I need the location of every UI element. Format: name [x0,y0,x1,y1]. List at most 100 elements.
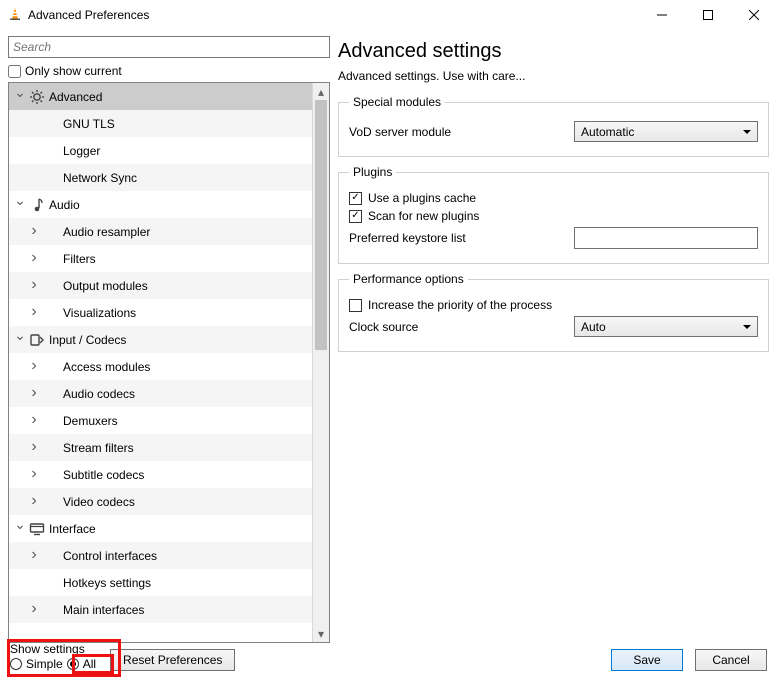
show-settings-all-radio[interactable] [67,658,79,670]
window-controls [639,0,777,30]
tree-item-label: Visualizations [63,306,136,320]
close-button[interactable] [731,0,777,30]
chevron-right-icon[interactable] [27,226,41,238]
vod-server-module-select[interactable]: Automatic [574,121,758,142]
cancel-label: Cancel [712,653,749,667]
plugins-legend: Plugins [349,165,396,179]
tree-item-subtitle-codecs[interactable]: Subtitle codecs [9,461,312,488]
search-input[interactable] [8,36,330,58]
show-settings-group: Show settings Simple All [10,642,96,671]
tree-item-main-interfaces[interactable]: Main interfaces [9,596,312,623]
show-settings-simple-radio[interactable] [10,658,22,670]
tree-item-label: Output modules [63,279,148,293]
tree-item-label: Network Sync [63,171,137,185]
tree-item-filters[interactable]: Filters [9,245,312,272]
special-modules-group: Special modules VoD server module Automa… [338,95,769,157]
tree-item-label: Advanced [49,90,102,104]
tree-item-video-codecs[interactable]: Video codecs [9,488,312,515]
chevron-right-icon[interactable] [27,388,41,400]
tree-item-audio[interactable]: Audio [9,191,312,218]
right-pane: Advanced settings Advanced settings. Use… [338,36,769,643]
chevron-right-icon[interactable] [27,253,41,265]
cancel-button[interactable]: Cancel [695,649,767,671]
tree-list[interactable]: Advanced GNU TLS Logger Network Sync Audio Au… [9,83,312,642]
tree-item-stream-filters[interactable]: Stream filters [9,434,312,461]
chevron-right-icon[interactable] [27,280,41,292]
save-button[interactable]: Save [611,649,683,671]
special-modules-legend: Special modules [349,95,445,109]
tree-item-label: Input / Codecs [49,333,126,347]
scroll-up-icon[interactable]: ▴ [313,83,329,100]
vod-server-module-label: VoD server module [349,125,574,139]
chevron-right-icon[interactable] [27,469,41,481]
tree-item-label: Interface [49,522,96,536]
show-settings-simple-label: Simple [26,657,63,671]
tree-item-output-modules[interactable]: Output modules [9,272,312,299]
scan-new-plugins-label: Scan for new plugins [368,209,479,223]
tree-item-label: Audio resampler [63,225,150,239]
tree-item-label: Access modules [63,360,150,374]
tree-item-label: Audio codecs [63,387,135,401]
maximize-button[interactable] [685,0,731,30]
tree-item-label: Filters [63,252,96,266]
chevron-right-icon[interactable] [27,307,41,319]
chevron-down-icon[interactable] [13,523,27,535]
bottom-bar: Show settings Simple All Reset Preferenc… [0,643,777,681]
tree-item-label: Hotkeys settings [63,576,151,590]
scroll-down-icon[interactable]: ▾ [313,625,329,642]
chevron-down-icon[interactable] [13,91,27,103]
chevron-right-icon[interactable] [27,415,41,427]
chevron-down-icon[interactable] [13,334,27,346]
vlc-cone-icon [8,7,22,24]
tree-item-logger[interactable]: Logger [9,137,312,164]
tree-item-control-interfaces[interactable]: Control interfaces [9,542,312,569]
tree-item-interface[interactable]: Interface [9,515,312,542]
tree-item-label: Logger [63,144,100,158]
tree-item-label: Demuxers [63,414,118,428]
tree-item-gnu-tls[interactable]: GNU TLS [9,110,312,137]
chevron-right-icon[interactable] [27,361,41,373]
window-title: Advanced Preferences [28,8,149,22]
vertical-scrollbar[interactable]: ▴ ▾ [312,83,329,642]
checkbox-icon: ✓ [349,210,362,223]
only-show-current-label: Only show current [25,64,122,78]
tree-item-label: Subtitle codecs [63,468,144,482]
chevron-right-icon[interactable] [27,604,41,616]
tree-item-hotkeys-settings[interactable]: Hotkeys settings [9,569,312,596]
only-show-current-input[interactable] [8,65,21,78]
tree-item-label: Video codecs [63,495,135,509]
minimize-button[interactable] [639,0,685,30]
tree-item-access-modules[interactable]: Access modules [9,353,312,380]
tree-item-visualizations[interactable]: Visualizations [9,299,312,326]
increase-priority-checkbox[interactable]: Increase the priority of the process [349,298,758,312]
only-show-current-checkbox[interactable]: Only show current [8,64,330,78]
scan-new-plugins-checkbox[interactable]: ✓ Scan for new plugins [349,209,758,223]
preferred-keystore-label: Preferred keystore list [349,231,574,245]
vod-server-module-value: Automatic [581,125,634,139]
use-plugins-cache-checkbox[interactable]: ✓ Use a plugins cache [349,191,758,205]
reset-preferences-button[interactable]: Reset Preferences [110,649,235,671]
tree-item-demuxers[interactable]: Demuxers [9,407,312,434]
tree-item-advanced[interactable]: Advanced [9,83,312,110]
tree-item-network-sync[interactable]: Network Sync [9,164,312,191]
chevron-right-icon[interactable] [27,442,41,454]
tree-item-audio-codecs[interactable]: Audio codecs [9,380,312,407]
chevron-down-icon[interactable] [13,199,27,211]
preferences-tree: Advanced GNU TLS Logger Network Sync Audio Au… [8,82,330,643]
scroll-thumb[interactable] [315,100,327,350]
performance-options-legend: Performance options [349,272,468,286]
chevron-right-icon[interactable] [27,550,41,562]
tree-item-input-codecs[interactable]: Input / Codecs [9,326,312,353]
chevron-down-icon [743,325,751,329]
chevron-right-icon[interactable] [27,496,41,508]
performance-options-group: Performance options Increase the priorit… [338,272,769,352]
audio-icon [27,197,47,213]
gear-icon [27,89,47,105]
tree-item-audio-resampler[interactable]: Audio resampler [9,218,312,245]
clock-source-select[interactable]: Auto [574,316,758,337]
tree-item-label: Main interfaces [63,603,144,617]
clock-source-value: Auto [581,320,606,334]
checkbox-icon [349,299,362,312]
preferred-keystore-input[interactable] [574,227,758,249]
show-settings-all-label: All [83,657,96,671]
